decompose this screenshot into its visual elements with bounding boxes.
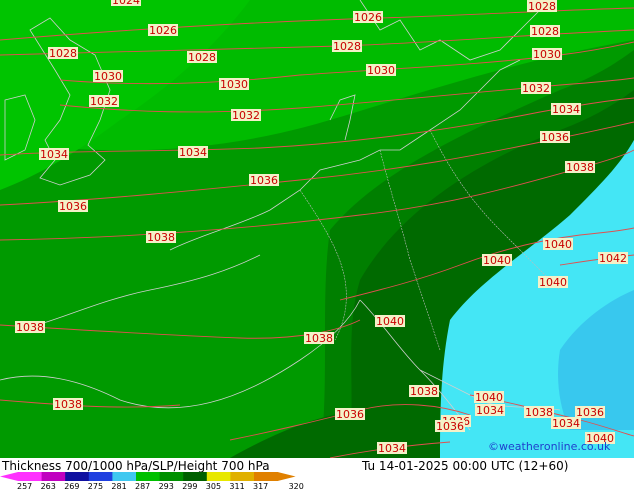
isobar-label-text: 1036 (59, 200, 87, 213)
isobar-label-text: 1042 (599, 252, 627, 265)
isobar-label-text: 1038 (305, 332, 333, 345)
isobar-label-text: 1030 (367, 64, 395, 77)
isobar-label: 1040 (538, 276, 568, 289)
isobar-label-text: 1032 (232, 109, 260, 122)
isobar-label-text: 1040 (376, 315, 404, 328)
isobar-label: 1032 (231, 109, 261, 122)
color-scale-arrow-right (277, 472, 296, 481)
isobar-label: 1032 (521, 82, 551, 95)
isobar-label: 1030 (93, 70, 123, 83)
weatheronline-credit: ©weatheronline.co.uk (488, 440, 611, 453)
isobar-label-text: 1034 (552, 103, 580, 116)
isobar-label-text: 1038 (525, 406, 553, 419)
isobar-label: 1042 (598, 252, 628, 265)
isobar-label-text: 1040 (475, 391, 503, 404)
map-footer: Thickness 700/1000 hPa/SLP/Height 700 hP… (0, 440, 634, 491)
isobar-label: 1036 (249, 174, 279, 187)
isobar-label: 1040 (474, 391, 504, 404)
isobar-label: 1040 (375, 315, 405, 328)
isobar-label: 1028 (332, 40, 362, 53)
isobar-label: 1034 (551, 417, 581, 430)
isobar-label-text: 1038 (54, 398, 82, 411)
isobar-label-text: 1032 (90, 95, 118, 108)
isobar-label: 1034 (551, 103, 581, 116)
weather-map: 1024 1026 1026 1028 1028 1028 1028 1028 1030 1030… (0, 0, 634, 458)
color-scale-segment (230, 472, 255, 481)
isobar-label-text: 1028 (531, 25, 559, 38)
isobar-label: 1028 (527, 0, 557, 13)
map-canvas: 1024 1026 1026 1028 1028 1028 1028 1028 1030 1030… (0, 0, 634, 458)
isobar-label-text: 1036 (250, 174, 278, 187)
isobar-label-text: 1038 (410, 385, 438, 398)
isobar-label: 1040 (543, 238, 573, 251)
map-title: Thickness 700/1000 hPa/SLP/Height 700 hP… (2, 459, 270, 473)
isobar-label-text: 1040 (539, 276, 567, 289)
isobar-label-text: 1028 (528, 0, 556, 13)
isobar-label-text: 1034 (179, 146, 207, 159)
isobar-label: 1036 (435, 420, 465, 433)
isobar-label: 1028 (48, 47, 78, 60)
isobar-label: 1036 (540, 131, 570, 144)
isobar-label: 1034 (178, 146, 208, 159)
isobar-label-text: 1028 (49, 47, 77, 60)
isobar-label: 1036 (335, 408, 365, 421)
isobar-label: 1028 (530, 25, 560, 38)
isobar-label: 1032 (89, 95, 119, 108)
isobar-label: 1034 (39, 148, 69, 161)
color-scale-segment (112, 472, 137, 481)
color-scale-segment (136, 472, 161, 481)
isobar-label: 1028 (187, 51, 217, 64)
color-scale-arrow-left (0, 472, 18, 481)
isobar-label: 1038 (524, 406, 554, 419)
isobar-label: 1036 (58, 200, 88, 213)
isobar-label-text: 1034 (378, 442, 406, 455)
map-datetime: Tu 14-01-2025 00:00 UTC (12+60) (362, 459, 569, 473)
color-scale-segment (88, 472, 113, 481)
color-scale (0, 472, 296, 481)
color-scale-segment (254, 472, 279, 481)
isobar-label-text: 1032 (522, 82, 550, 95)
isobar-label: 1038 (565, 161, 595, 174)
isobar-label-text: 1040 (544, 238, 572, 251)
isobar-label-text: 1028 (188, 51, 216, 64)
isobar-label: 1038 (15, 321, 45, 334)
isobar-label-text: 1026 (149, 24, 177, 37)
isobar-label-text: 1038 (566, 161, 594, 174)
isobar-label-text: 1024 (112, 0, 140, 7)
isobar-label-text: 1036 (541, 131, 569, 144)
isobar-label: 1038 (409, 385, 439, 398)
isobar-label-text: 1034 (40, 148, 68, 161)
isobar-label-text: 1038 (16, 321, 44, 334)
isobar-label-text: 1030 (533, 48, 561, 61)
isobar-label: 1026 (353, 11, 383, 24)
isobar-label: 1034 (377, 442, 407, 455)
color-scale-segment (159, 472, 184, 481)
isobar-label-text: 1036 (336, 408, 364, 421)
isobar-label-text: 1040 (483, 254, 511, 267)
isobar-label-text: 1030 (94, 70, 122, 83)
isobar-label-text: 1036 (436, 420, 464, 433)
isobar-label: 1038 (53, 398, 83, 411)
color-scale-segment (65, 472, 90, 481)
isobar-label-text: 1028 (333, 40, 361, 53)
color-scale-segment (41, 472, 66, 481)
isobar-label: 1034 (475, 404, 505, 417)
isobar-label: 1040 (482, 254, 512, 267)
isobar-label: 1024 (111, 0, 141, 7)
color-scale-segment (183, 472, 208, 481)
isobar-label: 1038 (146, 231, 176, 244)
isobar-label: 1030 (366, 64, 396, 77)
isobar-label: 1030 (219, 78, 249, 91)
isobar-label-text: 1030 (220, 78, 248, 91)
color-scale-segment (206, 472, 231, 481)
isobar-label-text: 1034 (552, 417, 580, 430)
isobar-label-text: 1038 (147, 231, 175, 244)
isobar-label: 1038 (304, 332, 334, 345)
isobar-label-text: 1034 (476, 404, 504, 417)
isobar-label: 1030 (532, 48, 562, 61)
isobar-label-text: 1026 (354, 11, 382, 24)
color-scale-segment (18, 472, 43, 481)
isobar-label: 1026 (148, 24, 178, 37)
